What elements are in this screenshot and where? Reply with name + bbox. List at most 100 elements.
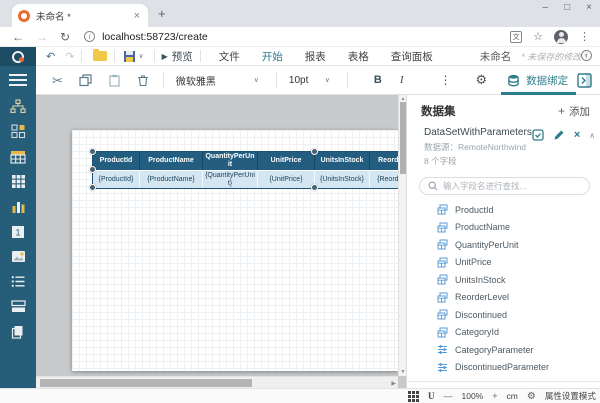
selection-handle[interactable] bbox=[89, 166, 96, 173]
field-item[interactable]: Discontinued bbox=[437, 306, 600, 324]
open-folder-icon[interactable] bbox=[93, 51, 107, 61]
window-maximize-button[interactable]: □ bbox=[564, 2, 570, 13]
font-size-select[interactable]: 10pt ∨ bbox=[289, 75, 333, 86]
settings-gear-icon[interactable]: ⚙ bbox=[476, 72, 488, 88]
field-item[interactable]: ProductId bbox=[437, 201, 600, 219]
table-value-cell[interactable]: {ReorderLevel} bbox=[370, 170, 398, 188]
tool-duplicate-icon[interactable] bbox=[0, 319, 36, 344]
font-family-select[interactable]: 微软雅黑 ∨ bbox=[176, 73, 262, 88]
zoom-in-button[interactable]: + bbox=[492, 391, 497, 401]
undo-icon[interactable]: ↶ bbox=[46, 50, 55, 63]
field-item[interactable]: UnitPrice bbox=[437, 254, 600, 272]
table-header-cell[interactable]: ProductName bbox=[140, 152, 203, 170]
selection-handle[interactable] bbox=[89, 184, 96, 191]
back-icon[interactable]: ← bbox=[12, 30, 24, 44]
table-value-cell[interactable]: {UnitPrice} bbox=[258, 170, 315, 188]
parameter-item[interactable]: DiscontinuedParameter bbox=[437, 359, 600, 377]
browser-tab[interactable]: 未命名 * × bbox=[12, 4, 148, 27]
scroll-down-icon[interactable]: ▼ bbox=[399, 369, 406, 375]
settings-gear-icon[interactable]: ⚙ bbox=[527, 391, 536, 402]
grid-toggle-icon[interactable] bbox=[408, 391, 419, 402]
collapse-chevron-icon[interactable]: ∧ bbox=[589, 131, 595, 140]
report-table[interactable]: ProductId ProductName QuantityPerUnit Un… bbox=[93, 152, 398, 188]
site-info-icon[interactable]: i bbox=[84, 31, 95, 42]
hamburger-menu-icon[interactable] bbox=[0, 66, 36, 94]
table-header-cell[interactable]: UnitsInStock bbox=[315, 152, 370, 170]
paste-icon[interactable] bbox=[108, 74, 121, 87]
dataset-item[interactable]: DataSetWithParameters 数据源：RemoteNorthwin… bbox=[407, 125, 600, 173]
menu-tab-query-panel[interactable]: 查询面板 bbox=[387, 47, 437, 66]
field-search-box[interactable] bbox=[419, 177, 590, 195]
parameter-item[interactable]: CategoryParameter bbox=[437, 341, 600, 359]
tool-chart-icon[interactable] bbox=[0, 194, 36, 219]
snap-magnet-icon[interactable]: U bbox=[428, 391, 435, 401]
zoom-out-button[interactable]: — bbox=[444, 391, 453, 401]
tool-image-icon[interactable] bbox=[0, 244, 36, 269]
menu-tab-report[interactable]: 报表 bbox=[301, 47, 330, 66]
redo-icon[interactable]: ↷ bbox=[65, 50, 74, 63]
unit-label[interactable]: cm bbox=[507, 391, 518, 401]
property-mode-label[interactable]: 属性设置模式 bbox=[545, 390, 596, 402]
bookmark-star-icon[interactable]: ☆ bbox=[533, 30, 543, 43]
reload-icon[interactable]: ↻ bbox=[60, 30, 70, 44]
tool-list-icon[interactable] bbox=[0, 269, 36, 294]
field-item[interactable]: ReorderLevel bbox=[437, 289, 600, 307]
horizontal-scroll-thumb[interactable] bbox=[40, 379, 252, 387]
delete-icon[interactable] bbox=[137, 74, 149, 87]
edit-pencil-icon[interactable] bbox=[553, 129, 565, 141]
save-caret-icon[interactable]: ∨ bbox=[138, 52, 143, 60]
more-options-icon[interactable]: ⋮ bbox=[440, 73, 452, 87]
tool-table-icon[interactable] bbox=[0, 144, 36, 169]
field-item[interactable]: CategoryId bbox=[437, 324, 600, 342]
field-item[interactable]: ProductName bbox=[437, 219, 600, 237]
translate-icon[interactable]: 文 bbox=[510, 31, 522, 43]
table-value-cell[interactable]: {QuantityPerUnit} bbox=[203, 170, 258, 188]
validate-icon[interactable] bbox=[532, 129, 544, 141]
forward-icon[interactable]: → bbox=[36, 30, 48, 44]
url-bar[interactable]: i localhost:58723/create bbox=[84, 31, 510, 43]
menu-tab-file[interactable]: 文件 bbox=[215, 47, 244, 66]
app-info-icon[interactable]: i bbox=[581, 50, 592, 61]
tab-data-binding[interactable]: 数据绑定 bbox=[507, 66, 568, 95]
tab-close-icon[interactable]: × bbox=[132, 10, 142, 22]
field-item[interactable]: UnitsInStock bbox=[437, 271, 600, 289]
vertical-scrollbar[interactable]: ▲ ▼ bbox=[398, 95, 406, 376]
selection-handle[interactable] bbox=[311, 148, 318, 155]
horizontal-scrollbar[interactable]: ▶ bbox=[36, 376, 398, 388]
table-header-cell[interactable]: UnitPrice bbox=[258, 152, 315, 170]
selection-handle[interactable] bbox=[89, 148, 96, 155]
report-page[interactable]: ProductId ProductName QuantityPerUnit Un… bbox=[72, 130, 398, 371]
scroll-right-icon[interactable]: ▶ bbox=[391, 380, 396, 387]
search-input[interactable] bbox=[443, 181, 581, 191]
delete-dataset-icon[interactable]: × bbox=[574, 130, 580, 141]
panel-collapse-icon[interactable] bbox=[577, 73, 592, 88]
cut-icon[interactable]: ✂ bbox=[52, 74, 63, 87]
tool-textbox-icon[interactable]: 1 bbox=[0, 219, 36, 244]
bold-button[interactable]: B bbox=[374, 74, 382, 86]
table-value-cell[interactable]: {UnitsInStock} bbox=[315, 170, 370, 188]
italic-button[interactable]: I bbox=[400, 74, 404, 86]
table-value-cell[interactable]: {ProductId} bbox=[93, 170, 140, 188]
selection-handle[interactable] bbox=[311, 184, 318, 191]
design-canvas[interactable]: ProductId ProductName QuantityPerUnit Un… bbox=[36, 95, 406, 388]
menu-tab-table[interactable]: 表格 bbox=[344, 47, 373, 66]
profile-avatar[interactable] bbox=[554, 30, 568, 44]
tool-matrix-icon[interactable] bbox=[0, 169, 36, 194]
table-header-cell[interactable]: ReorderLevel bbox=[370, 152, 398, 170]
new-tab-button[interactable]: + bbox=[158, 6, 166, 21]
browser-menu-icon[interactable]: ⋮ bbox=[579, 30, 590, 43]
tool-hierarchy-icon[interactable] bbox=[0, 94, 36, 119]
menu-tab-home[interactable]: 开始 bbox=[258, 47, 287, 66]
add-dataset-button[interactable]: + 添加 bbox=[558, 104, 590, 119]
preview-button[interactable]: ▶ 预览 bbox=[162, 49, 193, 64]
field-item[interactable]: QuantityPerUnit bbox=[437, 236, 600, 254]
tool-components-icon[interactable] bbox=[0, 119, 36, 144]
table-header-cell[interactable]: ProductId bbox=[93, 152, 140, 170]
window-close-button[interactable]: × bbox=[586, 2, 592, 13]
copy-icon[interactable] bbox=[79, 74, 92, 87]
window-minimize-button[interactable]: – bbox=[543, 2, 549, 13]
table-header-cell[interactable]: QuantityPerUnit bbox=[203, 152, 258, 170]
table-value-cell[interactable]: {ProductName} bbox=[140, 170, 203, 188]
save-icon[interactable] bbox=[124, 51, 135, 62]
tool-rows-icon[interactable] bbox=[0, 294, 36, 319]
